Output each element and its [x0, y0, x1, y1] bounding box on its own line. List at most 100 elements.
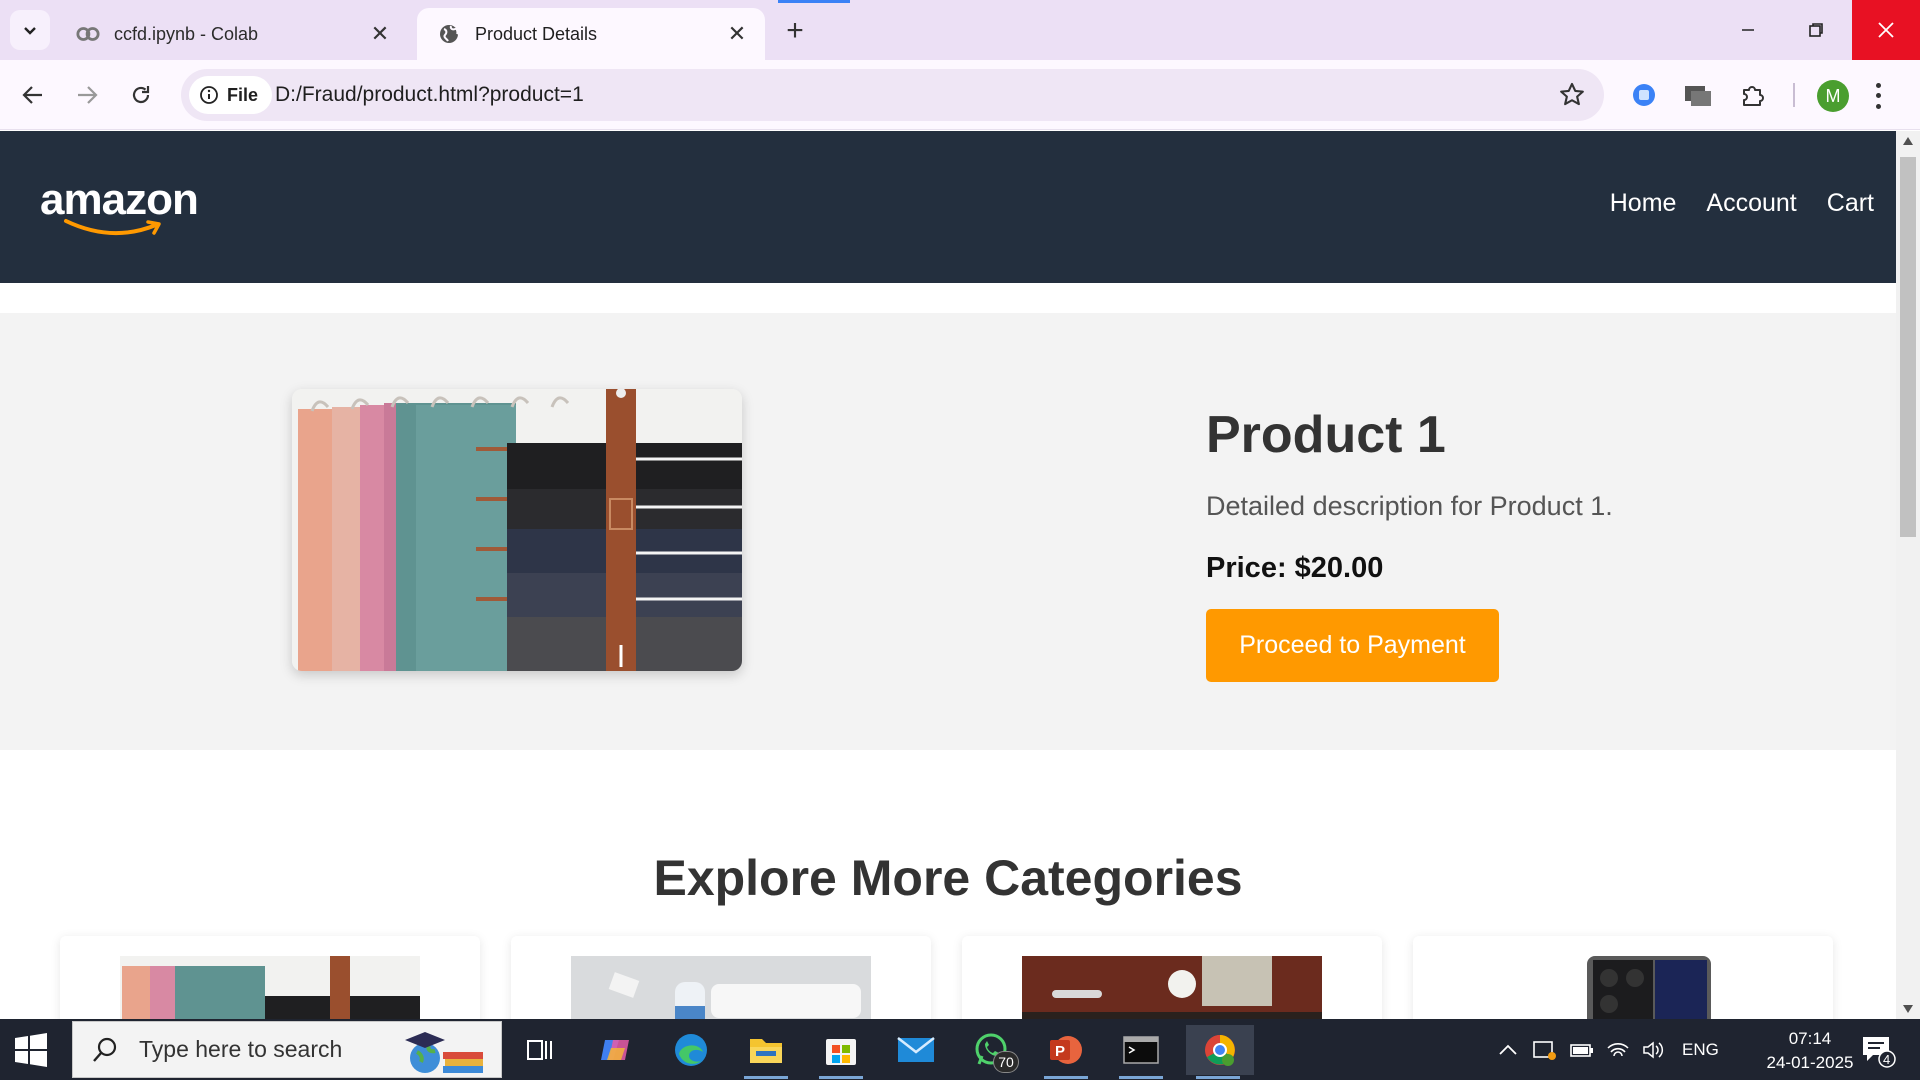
tray-battery[interactable] [1570, 1019, 1594, 1080]
tab-title: ccfd.ipynb - Colab [114, 23, 259, 44]
category-thumb-decor [1022, 956, 1322, 1019]
copilot-icon [601, 1040, 629, 1060]
extension-screens-icon[interactable] [1680, 77, 1716, 113]
minimize-button[interactable] [1714, 0, 1782, 60]
taskbar-chrome[interactable] [1186, 1025, 1254, 1079]
volume-icon [1643, 1040, 1664, 1059]
taskbar-copilot[interactable] [585, 1025, 645, 1075]
meet-now-icon [1533, 1040, 1556, 1060]
nav-cart-link[interactable]: Cart [1827, 189, 1874, 218]
product-price: Price: $20.00 [1206, 552, 1384, 584]
page-scrollbar[interactable] [1896, 131, 1920, 1019]
tab-product-details[interactable]: Product Details ✕ [417, 8, 765, 60]
toolbar-divider [1793, 83, 1795, 107]
reload-button[interactable] [124, 78, 158, 112]
taskbar-whatsapp[interactable]: 70 [961, 1025, 1021, 1075]
whatsapp-badge: 70 [993, 1051, 1019, 1073]
clock-time: 07:14 [1788, 1029, 1832, 1048]
svg-text:P: P [1055, 1043, 1065, 1060]
close-icon[interactable]: ✕ [368, 21, 392, 46]
site-header: amazon Home Account Cart [0, 131, 1896, 283]
chrome-icon [1205, 1035, 1235, 1066]
taskbar-powerpoint[interactable]: P [1036, 1025, 1096, 1079]
product-title: Product 1 [1206, 406, 1446, 464]
extensions-puzzle-icon[interactable] [1735, 77, 1771, 113]
explore-categories-title: Explore More Categories [653, 850, 1243, 906]
clock-date: 24-01-2025 [1766, 1053, 1854, 1072]
task-view-button[interactable] [510, 1025, 570, 1075]
tab-strip: ccfd.ipynb - Colab ✕ Product Details ✕ + [0, 0, 1920, 60]
running-indicator [1044, 1076, 1088, 1079]
tab-search-button[interactable] [10, 10, 50, 50]
taskbar-terminal[interactable] [1111, 1025, 1171, 1079]
colab-icon [76, 22, 100, 46]
profile-avatar[interactable]: M [1817, 80, 1849, 112]
category-card[interactable] [60, 936, 480, 1019]
amazon-logo[interactable]: amazon [40, 175, 199, 235]
store-icon [826, 1039, 856, 1065]
taskbar-edge[interactable] [661, 1025, 721, 1075]
running-indicator [819, 1076, 863, 1079]
logo-smile-icon [64, 219, 161, 235]
loading-indicator [778, 0, 850, 3]
tray-volume[interactable] [1642, 1019, 1666, 1080]
back-button[interactable] [16, 78, 50, 112]
close-window-button[interactable] [1852, 0, 1920, 60]
product-info: Product 1 Detailed description for Produ… [1206, 405, 1806, 682]
show-hidden-icons[interactable] [1498, 1019, 1518, 1080]
search-icon [93, 1037, 117, 1062]
category-thumb-hanger [120, 956, 420, 1019]
scroll-down-icon[interactable] [1903, 1005, 1913, 1013]
notification-count: 4 [1883, 1052, 1890, 1067]
tray-meet-now[interactable] [1533, 1019, 1557, 1080]
taskbar-search-placeholder: Type here to search [139, 1036, 343, 1062]
terminal-icon [1123, 1036, 1159, 1064]
reload-icon [132, 86, 150, 104]
browser-toolbar: File D:/Fraud/product.html?product=1 M [0, 60, 1920, 130]
nav-home-link[interactable]: Home [1610, 189, 1677, 218]
task-view-icon [527, 1040, 552, 1060]
taskbar-file-explorer[interactable] [736, 1025, 796, 1079]
tray-clock[interactable]: 07:14 24-01-2025 [1754, 1027, 1866, 1075]
address-bar[interactable]: File D:/Fraud/product.html?product=1 [181, 69, 1604, 121]
taskbar: Type here to search 70 P ENG 07:14 24-01… [0, 1019, 1920, 1080]
close-icon[interactable]: ✕ [725, 21, 749, 46]
tab-colab[interactable]: ccfd.ipynb - Colab ✕ [56, 8, 408, 60]
arrow-right-icon [78, 86, 98, 104]
bookmark-star-icon[interactable] [1558, 81, 1586, 109]
taskbar-mail[interactable] [886, 1025, 946, 1075]
windows-start-icon[interactable] [14, 1033, 48, 1067]
category-card[interactable] [511, 936, 931, 1019]
close-icon [1878, 22, 1894, 38]
chevron-down-icon [24, 27, 36, 35]
url-text[interactable]: D:/Fraud/product.html?product=1 [275, 83, 584, 107]
scroll-thumb[interactable] [1900, 157, 1916, 537]
arrow-left-icon [22, 86, 42, 104]
taskbar-store[interactable] [811, 1025, 871, 1079]
browser-menu-icon[interactable] [1868, 80, 1888, 112]
nav-account-link[interactable]: Account [1706, 189, 1796, 218]
running-indicator [1196, 1076, 1240, 1079]
proceed-to-payment-button[interactable]: Proceed to Payment [1206, 609, 1499, 682]
running-indicator [744, 1076, 788, 1079]
scroll-up-icon[interactable] [1903, 137, 1913, 145]
wifi-icon [1607, 1042, 1629, 1056]
taskbar-search-box[interactable]: Type here to search [72, 1021, 502, 1078]
restore-button[interactable] [1782, 0, 1850, 60]
category-card[interactable] [1413, 936, 1833, 1019]
new-tab-button[interactable]: + [778, 14, 812, 48]
product-description: Detailed description for Product 1. [1206, 491, 1613, 521]
tab-title: Product Details [475, 23, 598, 44]
tray-language[interactable]: ENG [1682, 1019, 1719, 1080]
tray-wifi[interactable] [1606, 1019, 1630, 1080]
extension-translate-icon[interactable] [1626, 77, 1662, 113]
notification-center-button[interactable]: 4 [1857, 1031, 1897, 1069]
battery-icon [1570, 1043, 1593, 1057]
info-icon [200, 86, 218, 104]
folder-icon [750, 1039, 782, 1063]
category-card[interactable] [962, 936, 1382, 1019]
edge-icon [675, 1034, 707, 1066]
forward-button[interactable] [70, 78, 104, 112]
site-info-chip[interactable]: File [189, 76, 273, 114]
notification-icon: 4 [1863, 1037, 1896, 1068]
